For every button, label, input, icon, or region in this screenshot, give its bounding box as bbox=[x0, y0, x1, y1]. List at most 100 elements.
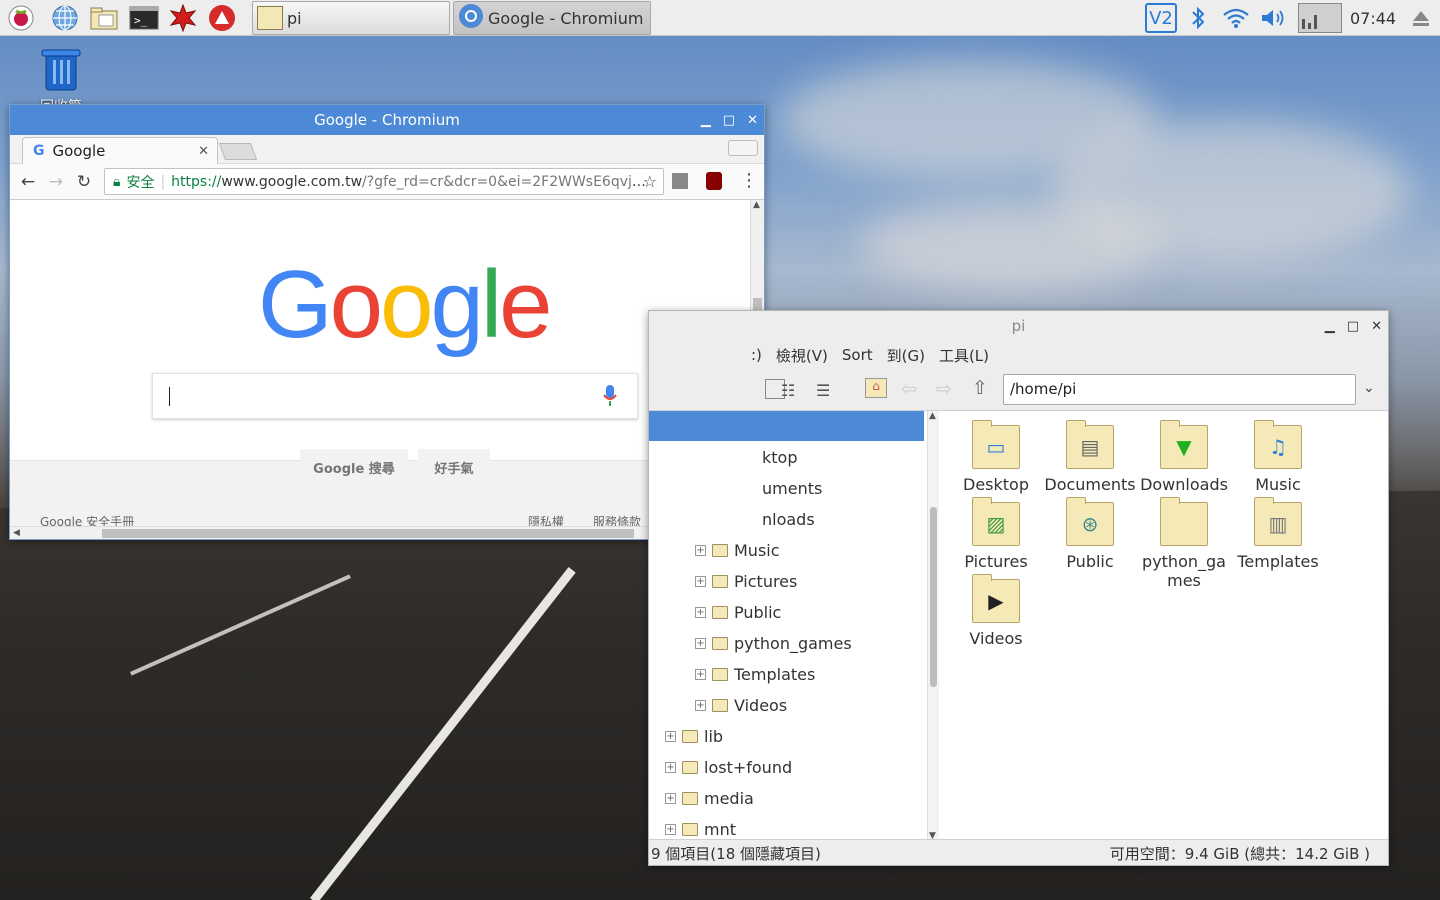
minimize-icon[interactable]: ▁ bbox=[701, 113, 711, 128]
google-logo: Google bbox=[258, 250, 553, 360]
mathematica-icon[interactable] bbox=[207, 3, 237, 33]
menu-tools[interactable]: 工具(L) bbox=[939, 345, 989, 366]
ublock-icon[interactable] bbox=[706, 172, 722, 190]
back-icon[interactable]: ⇦ bbox=[901, 378, 917, 400]
task-button-pi[interactable]: pi bbox=[252, 1, 450, 35]
bluetooth-icon[interactable] bbox=[1185, 0, 1211, 36]
scroll-thumb[interactable] bbox=[930, 507, 937, 687]
tree-item[interactable]: + Pictures bbox=[695, 566, 797, 597]
google-search-input[interactable] bbox=[152, 373, 638, 419]
file-item-label: Templates bbox=[1237, 552, 1319, 571]
logo-letter: G bbox=[258, 251, 333, 358]
tree-item[interactable]: + lost+found bbox=[665, 752, 792, 783]
tree-scrollbar[interactable]: ▲ ▼ bbox=[927, 411, 939, 841]
volume-icon[interactable] bbox=[1258, 0, 1288, 36]
file-item[interactable]: ▭ Desktop bbox=[949, 420, 1043, 494]
chromium-icon bbox=[458, 3, 484, 33]
compact-view-icon[interactable]: ☷ bbox=[781, 381, 795, 400]
path-input[interactable]: /home/pi bbox=[1003, 374, 1356, 405]
menu-go[interactable]: 到(G) bbox=[887, 345, 925, 366]
tree-item[interactable]: + python_games bbox=[695, 628, 852, 659]
back-icon[interactable]: ← bbox=[14, 172, 42, 192]
menu-dots-icon[interactable]: ⋮ bbox=[740, 170, 758, 191]
chromium-titlebar[interactable]: Google - Chromium ▁ □ ✕ bbox=[10, 105, 764, 135]
folder-icon: ▥ bbox=[1254, 497, 1302, 546]
expand-icon[interactable]: + bbox=[695, 576, 706, 587]
file-item[interactable]: ▥ Templates bbox=[1231, 497, 1325, 571]
file-manager-icon[interactable] bbox=[89, 3, 119, 33]
expand-icon[interactable]: + bbox=[665, 824, 676, 835]
tree-selected-row[interactable] bbox=[649, 411, 924, 441]
expand-icon[interactable]: + bbox=[695, 700, 706, 711]
terminal-icon[interactable]: >_ bbox=[129, 3, 159, 33]
task-button-chromium[interactable]: Google - Chromium bbox=[453, 1, 651, 35]
tab-google[interactable]: G Google ✕ bbox=[22, 137, 218, 164]
tree-item[interactable]: + Templates bbox=[695, 659, 815, 690]
menu-view[interactable]: 檢視(V) bbox=[776, 345, 828, 366]
expand-icon[interactable]: + bbox=[665, 793, 676, 804]
file-item[interactable]: ▼ Downloads bbox=[1137, 420, 1231, 494]
file-item[interactable]: ▤ Documents bbox=[1043, 420, 1137, 494]
raspberry-menu-icon[interactable] bbox=[6, 3, 36, 33]
tree-item[interactable]: + lib bbox=[665, 721, 723, 752]
extension-icon[interactable] bbox=[672, 173, 688, 189]
eject-icon[interactable] bbox=[1408, 0, 1434, 36]
up-icon[interactable]: ⇧ bbox=[972, 377, 988, 399]
bookmark-star-icon[interactable]: ☆ bbox=[643, 172, 657, 191]
folder-icon bbox=[682, 730, 698, 743]
lucky-button[interactable]: 好手氣 bbox=[418, 449, 490, 485]
expand-icon[interactable]: + bbox=[665, 731, 676, 742]
tree-item[interactable]: + media bbox=[665, 783, 754, 814]
expand-icon[interactable]: + bbox=[695, 607, 706, 618]
file-item[interactable]: python_games bbox=[1137, 497, 1231, 590]
expand-icon[interactable]: + bbox=[695, 638, 706, 649]
new-tab-button[interactable] bbox=[218, 143, 258, 160]
expand-icon[interactable]: + bbox=[665, 762, 676, 773]
horizontal-scrollbar[interactable]: ◀ ▶ bbox=[10, 526, 752, 539]
clock[interactable]: 07:44 bbox=[1350, 0, 1396, 36]
web-browser-icon[interactable] bbox=[50, 3, 80, 33]
forward-icon[interactable]: ⇨ bbox=[936, 378, 952, 400]
wolfram-icon[interactable] bbox=[168, 3, 198, 33]
vnc-icon[interactable]: V2 bbox=[1144, 0, 1178, 36]
tree-item[interactable]: + Videos bbox=[695, 690, 787, 721]
maximize-icon[interactable]: □ bbox=[723, 113, 735, 128]
file-item[interactable]: ♫ Music bbox=[1231, 420, 1325, 494]
file-item[interactable]: ▶ Videos bbox=[949, 574, 1043, 648]
list-view-icon[interactable]: ☰ bbox=[816, 381, 830, 400]
scroll-up-icon[interactable]: ▲ bbox=[753, 200, 760, 210]
forward-icon[interactable]: → bbox=[42, 172, 70, 192]
expand-icon[interactable]: + bbox=[695, 545, 706, 556]
folder-icon: ▼ bbox=[1160, 420, 1208, 469]
expand-icon[interactable]: + bbox=[695, 669, 706, 680]
fm-titlebar[interactable]: pi ▁ □ ✕ bbox=[649, 311, 1388, 341]
file-item[interactable]: ⊛ Public bbox=[1043, 497, 1137, 571]
cpu-monitor-icon[interactable] bbox=[1297, 0, 1343, 36]
omnibox[interactable]: 🔒︎ 安全 | https://www.google.com.tw/?gfe_r… bbox=[104, 168, 664, 195]
scroll-thumb[interactable] bbox=[102, 529, 634, 538]
file-item[interactable]: ▨ Pictures bbox=[949, 497, 1043, 571]
microphone-icon[interactable] bbox=[603, 384, 617, 412]
svg-text:>_: >_ bbox=[134, 14, 148, 27]
minimize-icon[interactable]: ▁ bbox=[1325, 319, 1335, 334]
tree-item[interactable]: + Public bbox=[695, 597, 781, 628]
wifi-icon[interactable] bbox=[1220, 0, 1252, 36]
tree-item[interactable]: nloads bbox=[649, 504, 815, 535]
tree-item[interactable]: + mnt bbox=[665, 814, 736, 841]
close-icon[interactable]: ✕ bbox=[747, 113, 758, 128]
scroll-up-icon[interactable]: ▲ bbox=[929, 411, 936, 421]
tree-item[interactable]: + Music bbox=[695, 535, 780, 566]
tree-item[interactable]: uments bbox=[649, 473, 822, 504]
chevron-down-icon[interactable]: ⌄ bbox=[1363, 380, 1375, 396]
scroll-left-icon[interactable]: ◀ bbox=[13, 528, 20, 538]
tab-close-icon[interactable]: ✕ bbox=[198, 144, 209, 159]
menu-edit[interactable]: :) bbox=[751, 346, 762, 364]
menu-sort[interactable]: Sort bbox=[842, 346, 873, 364]
google-search-button[interactable]: Google 搜尋 bbox=[300, 449, 408, 485]
profile-icon[interactable] bbox=[728, 140, 758, 156]
home-icon[interactable]: ⌂ bbox=[865, 378, 887, 398]
maximize-icon[interactable]: □ bbox=[1347, 319, 1359, 334]
tree-item[interactable]: ktop bbox=[649, 442, 797, 473]
reload-icon[interactable]: ↻ bbox=[70, 172, 98, 192]
close-icon[interactable]: ✕ bbox=[1371, 319, 1382, 334]
